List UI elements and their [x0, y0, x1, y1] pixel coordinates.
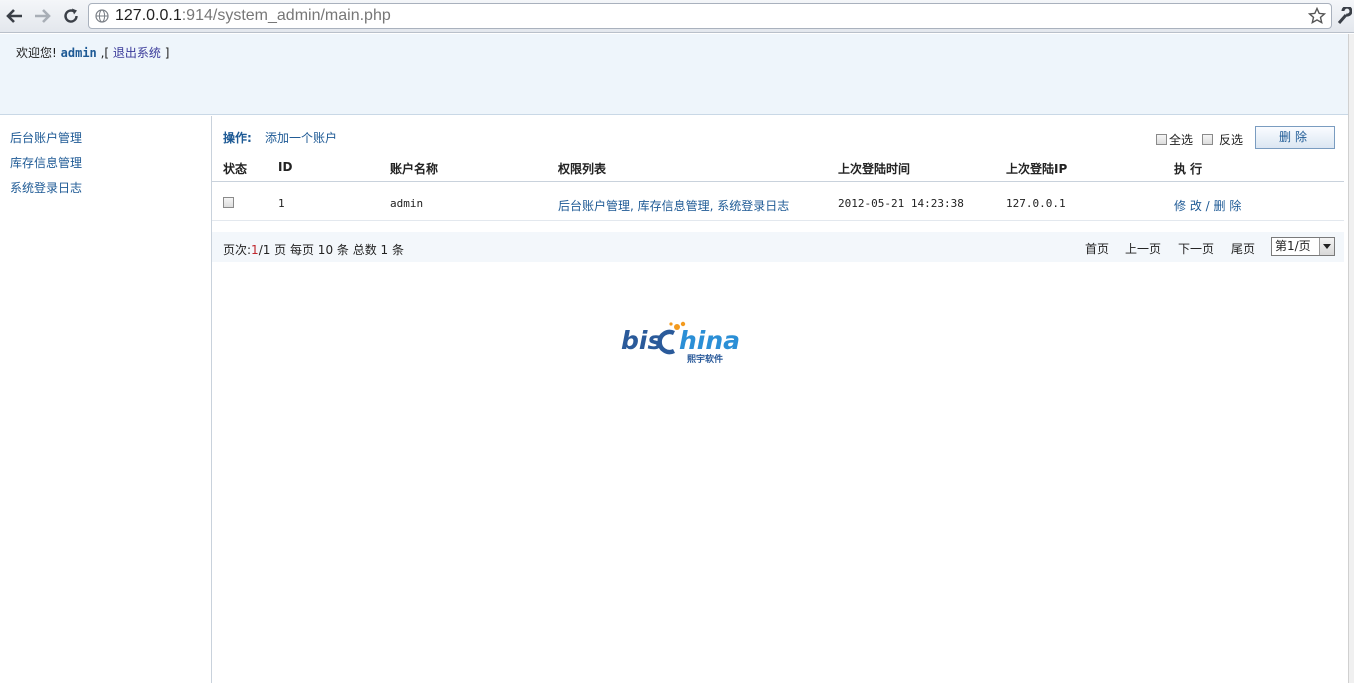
- reload-button[interactable]: [59, 4, 83, 28]
- prev-page-link[interactable]: 上一页: [1125, 240, 1161, 257]
- chevron-down-icon: [1319, 238, 1334, 255]
- scrollbar[interactable]: [1348, 34, 1354, 683]
- row-id: 1: [278, 197, 285, 210]
- url-text: 127.0.0.1:914/system_admin/main.php: [115, 7, 391, 24]
- next-page-link[interactable]: 下一页: [1178, 240, 1214, 257]
- current-page: 1: [251, 243, 259, 257]
- sidebar-item-account-management[interactable]: 后台账户管理: [10, 129, 82, 146]
- svg-text:hina: hina: [679, 326, 740, 355]
- first-page-link[interactable]: 首页: [1085, 240, 1109, 257]
- column-header-account-name: 账户名称: [390, 162, 439, 176]
- add-account-link[interactable]: 添加一个账户: [265, 129, 337, 146]
- sidebar: 后台账户管理 库存信息管理 系统登录日志: [0, 116, 212, 683]
- row-permissions: 后台账户管理, 库存信息管理, 系统登录日志: [558, 197, 789, 214]
- wrench-icon[interactable]: [1336, 7, 1352, 25]
- row-actions: 修 改 / 删 除: [1174, 199, 1242, 213]
- logout-link[interactable]: 退出系统: [113, 46, 161, 60]
- forward-button[interactable]: [30, 4, 54, 28]
- svg-text:bis: bis: [621, 326, 662, 355]
- row-last-login-ip: 127.0.0.1: [1006, 197, 1066, 210]
- column-header-last-login-ip: 上次登陆IP: [1006, 162, 1068, 176]
- operation-label: 操作:: [223, 131, 252, 145]
- reload-icon: [64, 8, 78, 23]
- table-header: 状态 ID 账户名称 权限列表 上次登陆时间 上次登陆IP 执 行: [212, 154, 1344, 182]
- column-header-status: 状态: [223, 162, 248, 176]
- last-page-link[interactable]: 尾页: [1231, 240, 1255, 257]
- main-content: 操作: 添加一个账户 全选 反选 删除 状态 ID 账户名称 权限列表 上次登陆…: [212, 116, 1348, 683]
- page-select[interactable]: 第1/页: [1271, 237, 1335, 256]
- table-row: 1 admin 后台账户管理, 库存信息管理, 系统登录日志 2012-05-2…: [212, 186, 1344, 221]
- edit-link[interactable]: 修 改: [1174, 199, 1202, 213]
- browser-toolbar: 127.0.0.1:914/system_admin/main.php: [0, 0, 1354, 33]
- column-header-last-login-time: 上次登陆时间: [838, 162, 911, 176]
- address-bar[interactable]: 127.0.0.1:914/system_admin/main.php: [88, 3, 1332, 29]
- back-button[interactable]: [3, 4, 27, 28]
- bookmark-star-icon[interactable]: [1308, 7, 1326, 25]
- inverse-select-toggle[interactable]: 反选: [1202, 131, 1243, 148]
- welcome-message: 欢迎您! admin ,[ 退出系统 ]: [16, 46, 170, 60]
- row-checkbox[interactable]: [223, 197, 234, 208]
- sidebar-item-inventory-management[interactable]: 库存信息管理: [10, 154, 82, 171]
- globe-icon: [95, 9, 109, 23]
- row-permissions-link[interactable]: 后台账户管理, 库存信息管理, 系统登录日志: [558, 199, 789, 213]
- delete-button[interactable]: 删除: [1255, 126, 1335, 149]
- header-band: 欢迎您! admin ,[ 退出系统 ]: [0, 34, 1348, 115]
- column-header-actions: 执 行: [1174, 162, 1203, 176]
- row-last-login-time: 2012-05-21 14:23:38: [838, 197, 964, 210]
- sidebar-item-login-log[interactable]: 系统登录日志: [10, 179, 82, 196]
- select-all-toggle[interactable]: 全选: [1156, 131, 1193, 148]
- row-account-name: admin: [390, 197, 424, 210]
- pagination-bar: 页次:1/1 页 每页 10 条 总数 1 条 首页 上一页 下一页 尾页 第1…: [212, 232, 1344, 262]
- back-arrow-icon: [6, 9, 22, 23]
- operation-bar: 操作: 添加一个账户 全选 反选 删除: [212, 122, 1348, 150]
- column-header-id: ID: [278, 160, 293, 174]
- select-all-checkbox[interactable]: [1156, 134, 1167, 145]
- column-header-permissions: 权限列表: [558, 162, 607, 176]
- row-delete-link[interactable]: 删 除: [1214, 199, 1242, 213]
- bischina-logo: bis hina 熙宇软件: [621, 321, 740, 365]
- inverse-select-checkbox[interactable]: [1202, 134, 1213, 145]
- page-info: 页次:1/1 页 每页 10 条 总数 1 条: [223, 243, 404, 257]
- username: admin: [60, 46, 97, 60]
- forward-arrow-icon: [35, 9, 51, 23]
- svg-text:熙宇软件: 熙宇软件: [687, 353, 723, 365]
